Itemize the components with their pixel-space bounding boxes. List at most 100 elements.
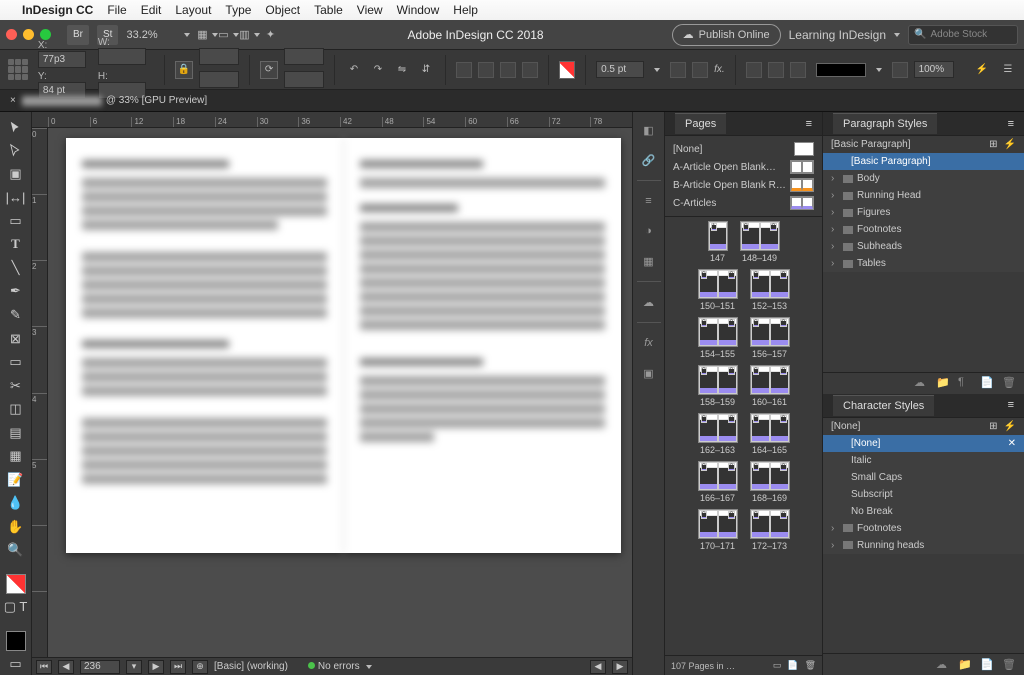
screen-mode-toggle[interactable]: ▭	[3, 653, 29, 675]
chevron-down-icon[interactable]	[654, 68, 660, 72]
preflight-profile[interactable]: [Basic] (working)	[214, 661, 288, 672]
menu-view[interactable]: View	[357, 3, 383, 17]
page-spread[interactable]	[66, 138, 621, 553]
new-group-icon[interactable]: ⊞	[989, 139, 997, 150]
gpu-perf-icon[interactable]: ✦	[261, 26, 279, 44]
clear-override-icon[interactable]: ⚡	[1004, 421, 1016, 432]
type-tool[interactable]: T	[3, 234, 29, 256]
selection-tool[interactable]	[3, 116, 29, 138]
para-folder-subheads[interactable]: ›Subheads	[823, 238, 1024, 255]
new-style-icon[interactable]: 📄	[980, 376, 994, 390]
para-folder-running-head[interactable]: ›Running Head	[823, 187, 1024, 204]
rotate-icon[interactable]: ⟳	[260, 61, 278, 79]
rectangle-frame-tool[interactable]: ⊠	[3, 328, 29, 350]
content-collector-tool[interactable]: ▭	[3, 210, 29, 232]
page-thumb[interactable]: A147	[708, 221, 728, 263]
fill-stroke-swatch[interactable]	[3, 573, 29, 595]
first-page-button[interactable]: ⏮	[36, 660, 52, 674]
pen-tool[interactable]: ✒	[3, 281, 29, 303]
fill-swatch[interactable]	[559, 61, 575, 79]
cloud-icon[interactable]: ☁	[936, 658, 950, 672]
gradient-feather-tool[interactable]: ▦	[3, 445, 29, 467]
delete-style-icon[interactable]: 🗑	[1002, 658, 1016, 672]
scissors-tool[interactable]: ✂	[3, 375, 29, 397]
line-tool[interactable]: ╲	[3, 257, 29, 279]
arrange-docs-icon[interactable]: ▥	[240, 26, 258, 44]
pages-tab[interactable]: Pages	[675, 113, 726, 134]
fx-label[interactable]: fx.	[714, 64, 725, 75]
master-none[interactable]: [None]	[665, 140, 822, 158]
stroke-style[interactable]	[816, 63, 866, 77]
scroll-left-button[interactable]: ◀	[590, 660, 606, 674]
menu-object[interactable]: Object	[265, 3, 300, 17]
page-thumb[interactable]: CC148–149	[740, 221, 780, 263]
folder-icon[interactable]: 📁	[958, 658, 972, 672]
window-minimize-button[interactable]	[23, 29, 34, 40]
cc-libraries-icon[interactable]: ☁	[639, 292, 659, 312]
edit-page-size-icon[interactable]: ▭	[773, 660, 782, 671]
formatting-container-icon[interactable]: ▢ T	[3, 596, 29, 618]
delete-page-icon[interactable]: 🗑	[805, 660, 816, 671]
page-thumb[interactable]: CC160–161	[750, 365, 790, 407]
horizontal-ruler[interactable]: 0612 182430 364248 546066 7278	[32, 112, 632, 128]
text-wrap-icon[interactable]	[746, 62, 762, 78]
free-transform-tool[interactable]: ◫	[3, 398, 29, 420]
object-styles-icon[interactable]: ▣	[639, 363, 659, 383]
character-styles-tab[interactable]: Character Styles	[833, 395, 934, 416]
workspace-switcher[interactable]: Learning InDesign	[789, 28, 900, 42]
page-thumb[interactable]: CC158–159	[698, 365, 738, 407]
open-mini-bridge-button[interactable]: ⊕	[192, 660, 208, 674]
menu-file[interactable]: File	[107, 3, 126, 17]
page-thumb[interactable]: CC154–155	[698, 317, 738, 359]
distribute-icon[interactable]	[790, 62, 806, 78]
panel-icon-1[interactable]: ◧	[639, 120, 659, 140]
new-style-icon[interactable]: 📄	[980, 658, 994, 672]
char-style-italic[interactable]: Italic	[823, 452, 1024, 469]
window-close-button[interactable]	[6, 29, 17, 40]
quick-apply-icon[interactable]: ⚡	[974, 61, 990, 79]
master-a[interactable]: A-Article Open Blank…	[665, 158, 822, 176]
last-page-button[interactable]: ⏭	[170, 660, 186, 674]
align-icon[interactable]	[768, 62, 784, 78]
new-page-icon[interactable]: 📄	[787, 660, 798, 671]
adobe-stock-search[interactable]: 🔍 Adobe Stock	[908, 25, 1018, 45]
rotate-field[interactable]	[284, 48, 324, 65]
pencil-tool[interactable]: ✎	[3, 304, 29, 326]
para-folder-body[interactable]: ›Body	[823, 170, 1024, 187]
rectangle-tool[interactable]: ▭	[3, 351, 29, 373]
stroke-panel-icon[interactable]: ≡	[639, 191, 659, 211]
apply-color-icon[interactable]	[3, 630, 29, 652]
scale-x-field[interactable]	[199, 48, 239, 65]
corner-options-icon[interactable]	[670, 62, 686, 78]
gap-tool[interactable]: |↔|	[3, 187, 29, 209]
stroke-weight-field[interactable]: 0.5 pt	[596, 61, 644, 78]
close-tab-icon[interactable]: ×	[10, 95, 16, 106]
eyedropper-tool[interactable]: 💧	[3, 493, 29, 515]
opacity-icon[interactable]	[892, 62, 908, 78]
select-container-icon[interactable]	[456, 62, 472, 78]
master-b[interactable]: B-Article Open Blank R…	[665, 176, 822, 194]
rotate-ccw-icon[interactable]: ↶	[345, 61, 363, 79]
page-thumbnails[interactable]: A147CC148–149CC150–151CC152–153CC154–155…	[665, 217, 822, 655]
constrain-proportions-icon[interactable]: 🔒	[175, 61, 193, 79]
opacity-field[interactable]: 100%	[914, 61, 954, 78]
pasteboard[interactable]	[48, 128, 632, 657]
panel-menu-icon[interactable]: ≡	[806, 118, 812, 130]
para-folder-figures[interactable]: ›Figures	[823, 204, 1024, 221]
panel-menu-icon[interactable]: ☰	[1000, 61, 1016, 79]
direct-selection-tool[interactable]	[3, 140, 29, 162]
page-thumb[interactable]: CC172–173	[750, 509, 790, 551]
rotate-cw-icon[interactable]: ↷	[369, 61, 387, 79]
x-field[interactable]: 77p3	[38, 51, 86, 68]
w-field[interactable]	[98, 48, 146, 65]
hand-tool[interactable]: ✋	[3, 516, 29, 538]
new-group-icon[interactable]: ⊞	[989, 421, 997, 432]
page-tool[interactable]: ▣	[3, 163, 29, 185]
paragraph-styles-tab[interactable]: Paragraph Styles	[833, 113, 937, 134]
delete-style-icon[interactable]: 🗑	[1002, 376, 1016, 390]
view-options-icon[interactable]: ▦	[198, 26, 216, 44]
effects-icon[interactable]	[692, 62, 708, 78]
swatches-panel-icon[interactable]: ▦	[639, 251, 659, 271]
para-style-basic[interactable]: [Basic Paragraph]	[823, 153, 1024, 170]
char-style-no-break[interactable]: No Break	[823, 503, 1024, 520]
